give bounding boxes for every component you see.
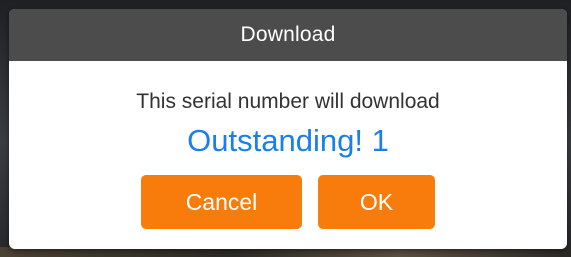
dialog-header: Download bbox=[9, 9, 567, 61]
dialog-title: Download bbox=[240, 23, 336, 46]
cancel-button[interactable]: Cancel bbox=[141, 175, 302, 229]
ok-button[interactable]: OK bbox=[318, 175, 435, 229]
dialog-body: This serial number will download Outstan… bbox=[9, 61, 567, 229]
dialog-message: This serial number will download bbox=[136, 90, 440, 113]
dialog-actions: Cancel OK bbox=[9, 175, 567, 229]
serial-count-highlight: Outstanding! 1 bbox=[187, 123, 389, 158]
download-dialog: Download This serial number will downloa… bbox=[9, 9, 567, 249]
